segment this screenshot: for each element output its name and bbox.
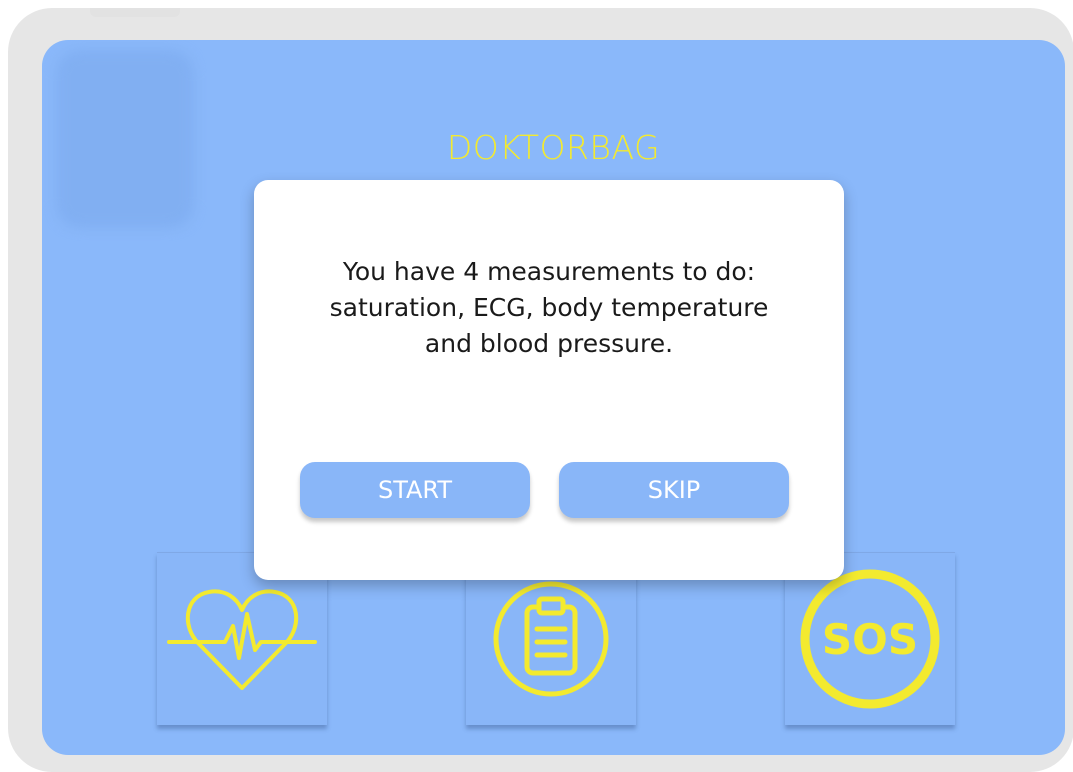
device-top-notch bbox=[90, 8, 180, 17]
dialog-message: You have 4 measurements to do: saturatio… bbox=[329, 257, 769, 358]
start-button[interactable]: START bbox=[300, 462, 530, 518]
measurements-dialog: You have 4 measurements to do: saturatio… bbox=[254, 180, 844, 580]
sos-label: SOS bbox=[822, 615, 918, 664]
heart-rate-icon bbox=[167, 584, 317, 694]
tablet-frame: DOKTORBAG SOS You have 4 measurements to… bbox=[8, 8, 1073, 772]
skip-button[interactable]: SKIP bbox=[559, 462, 789, 518]
app-title: DOKTORBAG bbox=[446, 128, 661, 167]
clipboard-icon bbox=[491, 579, 611, 699]
sos-icon: SOS bbox=[795, 564, 945, 714]
app-screen: DOKTORBAG SOS You have 4 measurements to… bbox=[42, 40, 1065, 755]
